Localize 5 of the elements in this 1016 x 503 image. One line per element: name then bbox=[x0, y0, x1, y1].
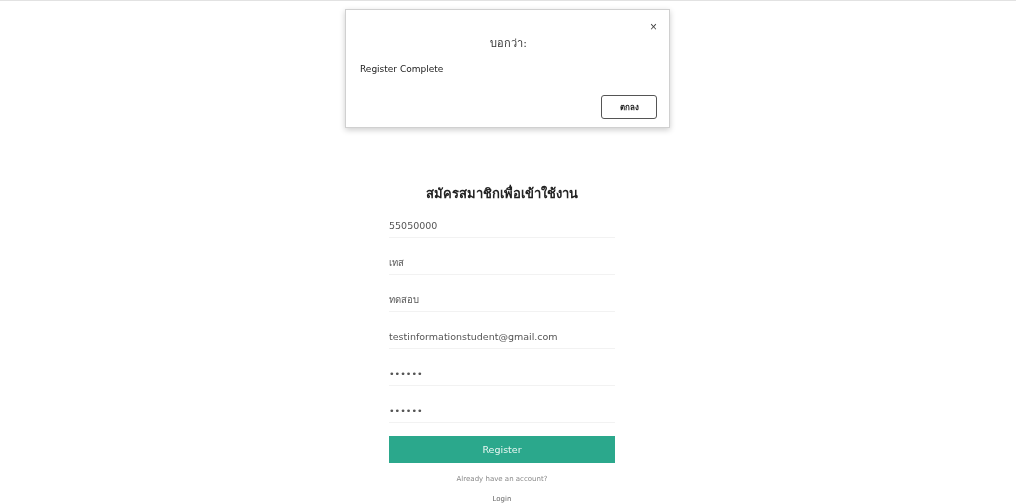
ok-button[interactable]: ตกลง bbox=[601, 95, 657, 119]
close-button[interactable]: × bbox=[650, 20, 657, 34]
dialog-message: Register Complete bbox=[360, 64, 445, 74]
dialog-title: บอกว่า: bbox=[490, 36, 527, 52]
form-title: สมัครสมาชิกเพื่อเข้าใช้งาน bbox=[425, 185, 579, 202]
